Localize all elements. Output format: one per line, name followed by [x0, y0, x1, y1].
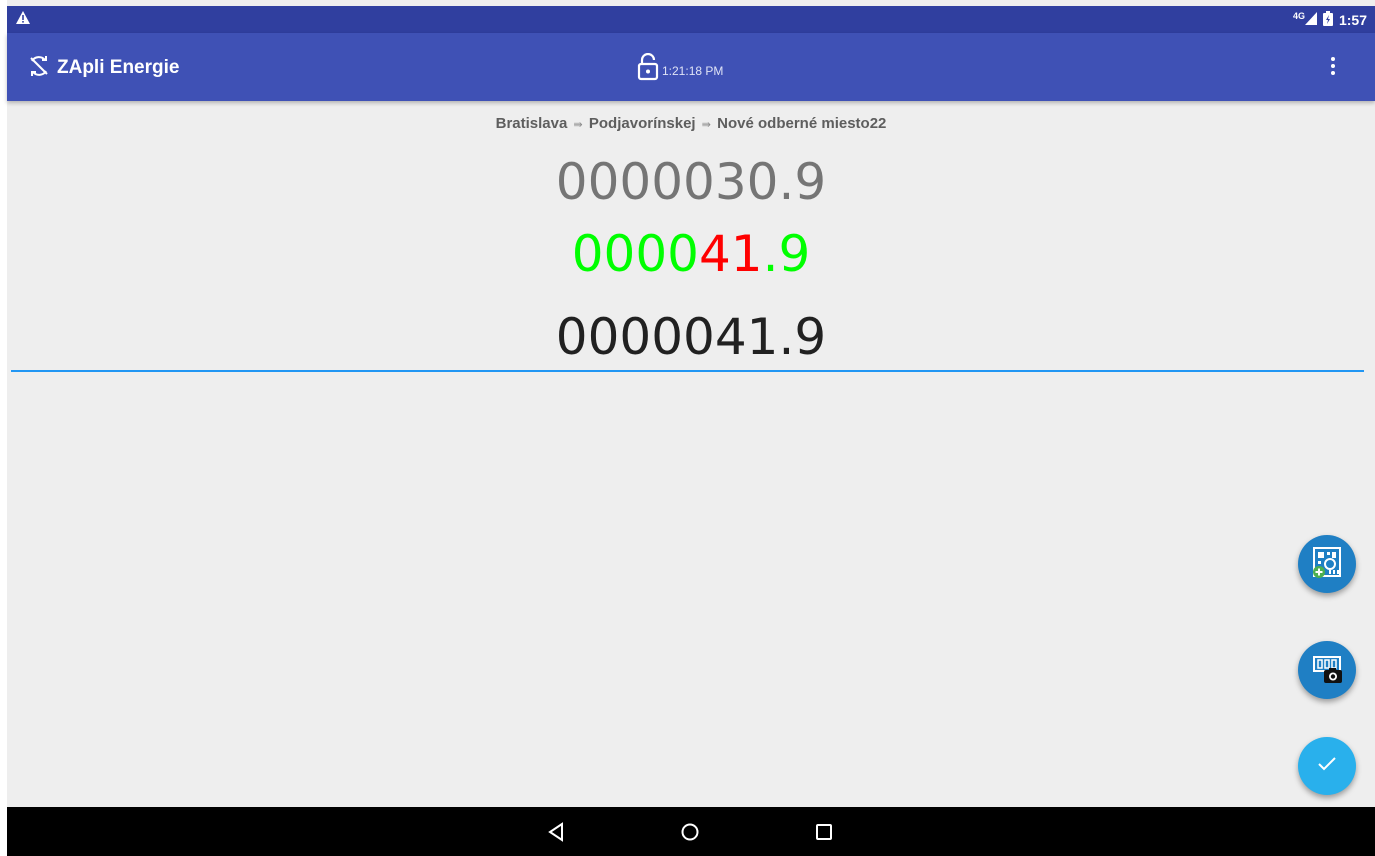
- lock-open-icon: [637, 52, 659, 86]
- camera-scan-icon: [1310, 651, 1344, 690]
- sync-disabled-icon[interactable]: [28, 55, 50, 82]
- status-bar: 4G 1:57: [7, 6, 1375, 33]
- check-icon: [1317, 756, 1337, 777]
- status-time: 1:57: [1338, 12, 1367, 28]
- network-type-label: 4G: [1292, 11, 1305, 21]
- reading-input[interactable]: 0000041.9: [7, 308, 1375, 366]
- previous-reading: 0000030.9: [555, 153, 827, 211]
- more-vert-icon[interactable]: [1327, 57, 1339, 79]
- navigation-bar: [7, 807, 1375, 856]
- lock-status[interactable]: 1:21:18 PM: [637, 52, 724, 86]
- camera-scan-button[interactable]: [1298, 641, 1356, 699]
- breadcrumb: Bratislava ⇛ Podjavorínskej ⇛ Nové odber…: [7, 115, 1375, 132]
- add-meter-icon: [1310, 545, 1344, 584]
- breadcrumb-separator: ⇛: [573, 119, 583, 131]
- breadcrumb-city: Bratislava: [495, 115, 568, 132]
- app-bar: ZApli Energie 1:21:18 PM: [7, 33, 1375, 101]
- signal-icon: [1304, 12, 1317, 28]
- current-reading-prefix: 0000: [571, 225, 699, 283]
- current-reading: 000041.9: [7, 225, 1375, 283]
- battery-charging-icon: [1322, 11, 1333, 29]
- add-meter-button[interactable]: [1298, 535, 1356, 593]
- current-reading-changed-digits: 41: [698, 225, 763, 283]
- breadcrumb-separator: ⇛: [701, 119, 711, 131]
- app-title: ZApli Energie: [57, 57, 180, 78]
- back-icon[interactable]: [547, 822, 565, 847]
- reading-input-underline: [11, 370, 1364, 372]
- lock-time: 1:21:18 PM: [662, 63, 724, 78]
- screen-edge: [0, 0, 7, 856]
- warning-triangle-icon: [16, 11, 30, 29]
- recent-apps-icon[interactable]: [815, 823, 833, 846]
- confirm-button[interactable]: [1298, 737, 1356, 795]
- current-reading-suffix: .9: [762, 225, 811, 283]
- breadcrumb-place: Nové odberné miesto22: [717, 115, 887, 132]
- home-icon[interactable]: [680, 822, 700, 847]
- breadcrumb-street: Podjavorínskej: [588, 115, 696, 132]
